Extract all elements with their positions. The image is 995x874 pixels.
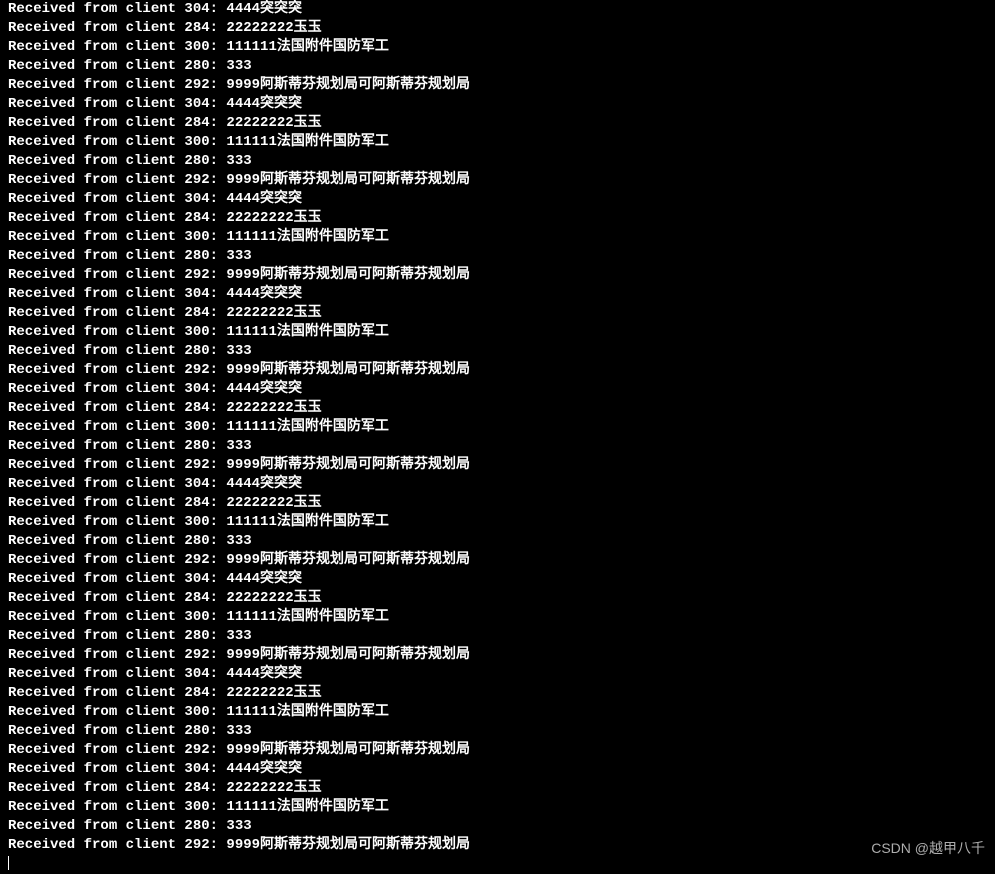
log-line: Received from client 280: 333 [8, 437, 987, 456]
log-line: Received from client 300: 111111法国附件国防军工 [8, 323, 987, 342]
text-cursor [8, 856, 9, 870]
log-line: Received from client 304: 4444突突突 [8, 475, 987, 494]
log-line: Received from client 280: 333 [8, 342, 987, 361]
log-line: Received from client 280: 333 [8, 247, 987, 266]
log-line: Received from client 304: 4444突突突 [8, 95, 987, 114]
log-line: Received from client 280: 333 [8, 722, 987, 741]
log-line: Received from client 292: 9999阿斯蒂芬规划局可阿斯… [8, 361, 987, 380]
log-line: Received from client 292: 9999阿斯蒂芬规划局可阿斯… [8, 836, 987, 855]
log-line: Received from client 300: 111111法国附件国防军工 [8, 228, 987, 247]
log-line: Received from client 284: 22222222玉玉 [8, 684, 987, 703]
log-line: Received from client 292: 9999阿斯蒂芬规划局可阿斯… [8, 266, 987, 285]
log-line: Received from client 304: 4444突突突 [8, 760, 987, 779]
log-line: Received from client 292: 9999阿斯蒂芬规划局可阿斯… [8, 551, 987, 570]
log-line: Received from client 284: 22222222玉玉 [8, 494, 987, 513]
log-line: Received from client 284: 22222222玉玉 [8, 209, 987, 228]
log-line: Received from client 284: 22222222玉玉 [8, 779, 987, 798]
log-line: Received from client 304: 4444突突突 [8, 380, 987, 399]
log-line: Received from client 292: 9999阿斯蒂芬规划局可阿斯… [8, 456, 987, 475]
log-line: Received from client 292: 9999阿斯蒂芬规划局可阿斯… [8, 171, 987, 190]
log-line: Received from client 280: 333 [8, 627, 987, 646]
cursor-line[interactable] [8, 855, 987, 874]
log-line: Received from client 292: 9999阿斯蒂芬规划局可阿斯… [8, 646, 987, 665]
log-line: Received from client 300: 111111法国附件国防军工 [8, 608, 987, 627]
log-line: Received from client 284: 22222222玉玉 [8, 114, 987, 133]
log-line: Received from client 284: 22222222玉玉 [8, 399, 987, 418]
log-line: Received from client 300: 111111法国附件国防军工 [8, 798, 987, 817]
terminal-output[interactable]: Received from client 304: 4444突突突Receive… [0, 0, 995, 874]
log-line: Received from client 280: 333 [8, 817, 987, 836]
log-line: Received from client 280: 333 [8, 152, 987, 171]
log-line: Received from client 284: 22222222玉玉 [8, 19, 987, 38]
log-line: Received from client 300: 111111法国附件国防军工 [8, 133, 987, 152]
log-line: Received from client 280: 333 [8, 532, 987, 551]
log-line: Received from client 300: 111111法国附件国防军工 [8, 703, 987, 722]
log-line: Received from client 304: 4444突突突 [8, 0, 987, 19]
log-line: Received from client 304: 4444突突突 [8, 570, 987, 589]
log-line: Received from client 304: 4444突突突 [8, 285, 987, 304]
log-line: Received from client 292: 9999阿斯蒂芬规划局可阿斯… [8, 76, 987, 95]
log-line: Received from client 304: 4444突突突 [8, 190, 987, 209]
log-line: Received from client 292: 9999阿斯蒂芬规划局可阿斯… [8, 741, 987, 760]
log-line: Received from client 300: 111111法国附件国防军工 [8, 513, 987, 532]
log-line: Received from client 284: 22222222玉玉 [8, 304, 987, 323]
log-line: Received from client 300: 111111法国附件国防军工 [8, 38, 987, 57]
log-line: Received from client 300: 111111法国附件国防军工 [8, 418, 987, 437]
log-line: Received from client 304: 4444突突突 [8, 665, 987, 684]
log-line: Received from client 284: 22222222玉玉 [8, 589, 987, 608]
csdn-watermark: CSDN @越甲八千 [871, 839, 985, 858]
log-line: Received from client 280: 333 [8, 57, 987, 76]
